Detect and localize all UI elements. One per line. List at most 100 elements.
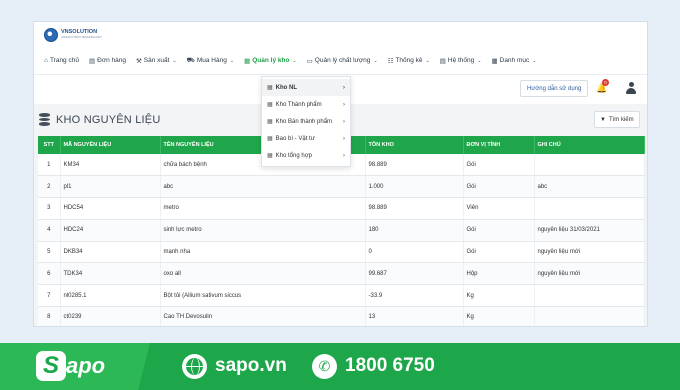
table-cell: 98.889 [365, 154, 464, 177]
table-cell: 0 [365, 241, 464, 264]
menu-item-label: Sản xuất [143, 57, 170, 64]
home-icon: ⌂ [44, 57, 48, 64]
chevron-right-icon: › [342, 101, 345, 108]
chevron-right-icon: › [342, 152, 345, 159]
stats-icon: ☷ [387, 57, 394, 65]
table-cell: nguyên liệu mới [534, 262, 645, 286]
table-body: 1 KM34 chữa bách bệnh 98.889 Gói 2 pl1 abc 1.000… [38, 154, 645, 326]
app-window: VNSOLUTION VNSOLUTION TECHNOLOGY ⌂ Trang … [33, 21, 648, 327]
dropdown-item-2[interactable]: ▦ Kho Bán thành phẩm › [262, 113, 350, 130]
table-row[interactable]: 5 DKB34 mạnh nha 0 Gói nguyên liệu mới [38, 241, 645, 264]
search-button[interactable]: ▼ Tìm kiếm [594, 111, 640, 128]
menu-item-label: Mua Hàng [196, 57, 227, 64]
table-cell: Gói [463, 219, 535, 242]
column-header[interactable]: GHI CHÚ [534, 136, 645, 154]
dropdown-item-label: Kho tổng hợp [275, 152, 312, 159]
table-cell: 180 [365, 219, 464, 242]
dropdown-item-label: Kho Bán thành phẩm [275, 118, 333, 125]
table-cell: 7 [38, 284, 61, 308]
table-cell: Kg [463, 284, 535, 308]
table-cell: Gói [463, 175, 535, 199]
company-logo[interactable]: VNSOLUTION VNSOLUTION TECHNOLOGY [44, 27, 102, 42]
menu-item-0[interactable]: ⌂ Trang chủ [39, 47, 84, 74]
table-row[interactable]: 7 nl0285.1 Bột tỏi (Allium sativum siccus -… [38, 284, 645, 308]
table-cell: 1 [38, 154, 61, 177]
menu-item-label: Quản lý chất lượng [314, 57, 371, 64]
table-cell: Gói [463, 154, 535, 177]
dropdown-item-label: Kho Thành phẩm [275, 101, 322, 108]
user-guide-button[interactable]: Hướng dẫn sử dụng [520, 80, 589, 97]
table-row[interactable]: 3 HDC54 metro 98.889 Viên [38, 197, 645, 220]
warehouse-icon: ▦ [267, 102, 273, 108]
chevron-down-icon: ⌄ [373, 57, 378, 64]
menu-item-7[interactable]: ▤ Hệ thống ⌄ [435, 47, 487, 74]
table-cell: 8 [38, 306, 61, 326]
menu-item-5[interactable]: ▭ Quản lý chất lượng ⌄ [302, 47, 383, 74]
system-icon: ▤ [439, 57, 446, 65]
table-row[interactable]: 6 TDK34 oxo all 99.687 Hộp nguyên liệu mới [38, 262, 645, 286]
table-cell: Bột tỏi (Allium sativum siccus [160, 284, 366, 308]
table-cell: nl0285.1 [60, 284, 161, 308]
warehouse-icon: ▦ [244, 57, 251, 65]
table-cell: mạnh nha [160, 241, 366, 264]
table-cell: 98.889 [365, 197, 464, 220]
main-menu: ⌂ Trang chủ ▤ Đơn hàng ⚒ Sản xuất ⌄ ⛟ Mua Hàng ⌄ ▦… [34, 47, 647, 75]
table-cell: TDK34 [60, 262, 161, 286]
dropdown-item-3[interactable]: ▦ Bao bì - Vật tư › [262, 130, 350, 147]
table-cell: oxo all [160, 262, 366, 286]
table-cell: Gói [463, 241, 535, 264]
globe-icon [182, 354, 207, 379]
table-cell [534, 306, 645, 326]
warehouse-icon: ▦ [267, 119, 273, 125]
table-row[interactable]: 2 pl1 abc 1.000 Gói abc [38, 175, 645, 199]
menu-item-2[interactable]: ⚒ Sản xuất ⌄ [131, 47, 182, 74]
production-icon: ⚒ [135, 57, 142, 65]
column-header[interactable]: ĐƠN VỊ TÍNH [463, 136, 535, 154]
table-cell [534, 284, 645, 308]
dropdown-item-label: Bao bì - Vật tư [275, 135, 315, 142]
sapo-banner: S apo sapo.vn ✆ 1800 6750 [0, 343, 680, 390]
table-row[interactable]: 4 HDC24 sinh lực metro 180 Gói nguyên liệu 31… [38, 219, 645, 242]
table-cell: sinh lực metro [160, 219, 366, 242]
cart-icon: ⛟ [186, 57, 195, 64]
column-header[interactable]: STT [38, 136, 61, 154]
logo-mark-icon [44, 27, 58, 42]
menu-item-8[interactable]: ▦ Danh mục ⌄ [486, 47, 541, 74]
column-header[interactable]: MÃ NGUYÊN LIỆU [60, 136, 161, 154]
table-cell [534, 197, 645, 220]
table-row[interactable]: 8 ct0239 Cao TH Devosulin 13 Kg [38, 306, 645, 326]
chevron-down-icon: ⌄ [292, 57, 297, 64]
table-cell: 1.000 [365, 175, 464, 199]
table-cell: ct0239 [60, 306, 161, 326]
chevron-down-icon: ⌄ [229, 57, 235, 64]
table-cell: 2 [38, 175, 61, 199]
chevron-down-icon: ⌄ [172, 57, 177, 64]
catalog-icon: ▦ [491, 57, 498, 65]
menu-item-6[interactable]: ☷ Thống kê ⌄ [383, 47, 435, 74]
receipt-icon: ▤ [88, 57, 96, 65]
user-icon[interactable] [626, 82, 636, 95]
table-cell: Kg [463, 306, 535, 326]
menu-item-label: Thống kê [395, 57, 423, 64]
phone-icon: ✆ [312, 354, 337, 379]
menu-item-label: Hệ thống [447, 57, 475, 64]
menu-item-3[interactable]: ⛟ Mua Hàng ⌄ [182, 47, 239, 74]
dropdown-item-1[interactable]: ▦ Kho Thành phẩm › [262, 96, 350, 113]
warehouse-icon: ▦ [267, 85, 273, 91]
database-icon [39, 113, 50, 126]
dropdown-item-0[interactable]: ▦ Kho NL › [262, 79, 350, 96]
filter-icon: ▼ [600, 116, 606, 123]
menu-item-1[interactable]: ▤ Đơn hàng [84, 47, 131, 74]
table-cell: KM34 [60, 154, 161, 177]
table-cell: metro [160, 197, 366, 220]
table-cell: Hộp [463, 262, 535, 286]
table-cell: nguyên liệu mới [534, 241, 645, 264]
dropdown-item-4[interactable]: ▦ Kho tổng hợp › [262, 147, 350, 164]
chevron-down-icon: ⌄ [477, 57, 482, 64]
menu-item-label: Danh mục [499, 57, 530, 64]
notification-badge: 0 [602, 79, 609, 86]
chevron-right-icon: › [342, 84, 345, 91]
column-header[interactable]: TỒN KHO [365, 136, 464, 154]
table-cell: 99.687 [365, 262, 464, 286]
menu-item-4[interactable]: ▦ Quản lý kho ⌄ [239, 47, 302, 74]
